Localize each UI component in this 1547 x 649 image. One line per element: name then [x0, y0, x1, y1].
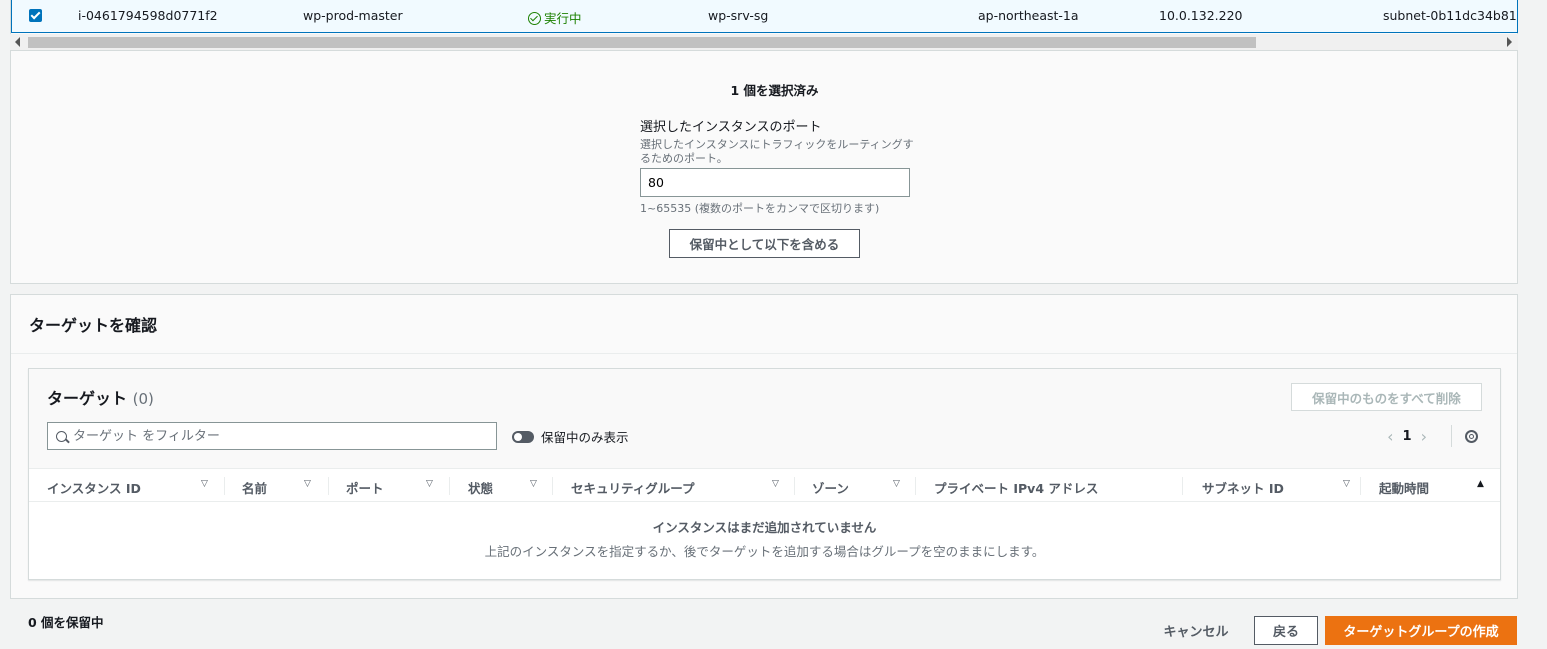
- sort-icon[interactable]: ▽: [772, 479, 779, 489]
- divider: [1182, 477, 1183, 495]
- back-button[interactable]: 戻る: [1254, 616, 1318, 645]
- col-launch-time[interactable]: 起動時間 ▲: [1379, 469, 1489, 502]
- port-form: 選択したインスタンスのポート 選択したインスタンスにトラフィックをルーティングす…: [640, 116, 920, 215]
- col-label: インスタンス ID: [47, 481, 141, 496]
- toggle-label: 保留中のみ表示: [541, 430, 629, 445]
- filter-input[interactable]: [73, 428, 473, 444]
- private-ip-cell: 10.0.132.220: [1159, 8, 1243, 23]
- targets-count: (0): [132, 390, 154, 408]
- col-label: 状態: [468, 481, 494, 496]
- instance-state-cell: 実行中: [528, 8, 582, 27]
- col-label: ポート: [346, 481, 384, 496]
- targets-heading: ターゲット (0): [47, 385, 154, 409]
- sort-ascending-icon[interactable]: ▲: [1477, 479, 1484, 489]
- divider: [11, 353, 1517, 354]
- section-title: ターゲットを確認: [29, 316, 158, 335]
- divider: [1451, 425, 1452, 447]
- sort-icon[interactable]: ▽: [426, 479, 433, 489]
- scrollbar-thumb[interactable]: [28, 37, 1256, 48]
- instance-id-cell: i-0461794598d0771f2: [78, 8, 218, 23]
- col-private-ip[interactable]: プライベート IPv4 アドレス: [934, 469, 1194, 502]
- check-circle-icon: [528, 12, 541, 25]
- selected-count: 1 個を選択済み: [730, 83, 819, 98]
- targets-table-header: ターゲット (0) 保留中のものをすべて削除 保留中のみ表示 ‹ 1 ›: [29, 369, 1500, 469]
- pagination: ‹ 1 ›: [1378, 427, 1436, 446]
- pending-only-toggle[interactable]: [512, 430, 534, 443]
- port-hint: 1~65535 (複数のポートをカンマで区切ります): [640, 202, 880, 215]
- col-instance-id[interactable]: インスタンス ID ▽: [47, 469, 217, 502]
- col-label: サブネット ID: [1202, 481, 1284, 496]
- review-targets-panel: ターゲットを確認 ターゲット (0) 保留中のものをすべて削除 保留中のみ表示 …: [10, 294, 1518, 599]
- pending-count: 0 個を保留中: [28, 615, 104, 630]
- sort-icon[interactable]: ▽: [893, 479, 900, 489]
- divider: [1360, 477, 1361, 495]
- col-zone[interactable]: ゾーン ▽: [812, 469, 912, 502]
- divider: [794, 477, 795, 495]
- zone-cell: ap-northeast-1a: [978, 8, 1079, 23]
- col-label: プライベート IPv4 アドレス: [934, 481, 1099, 496]
- create-target-group-button[interactable]: ターゲットグループの作成: [1325, 616, 1517, 645]
- remove-all-pending-button[interactable]: 保留中のものをすべて削除: [1291, 383, 1482, 411]
- search-icon: [56, 430, 67, 442]
- empty-state-title: インスタンスはまだ追加されていません: [652, 520, 877, 535]
- filter-box[interactable]: [47, 422, 497, 450]
- sort-icon[interactable]: ▽: [1343, 479, 1350, 489]
- port-input[interactable]: [640, 168, 910, 197]
- col-subnet-id[interactable]: サブネット ID ▽: [1202, 469, 1362, 502]
- port-label: 選択したインスタンスのポート: [640, 120, 822, 135]
- divider: [449, 477, 450, 495]
- col-port[interactable]: ポート ▽: [346, 469, 446, 502]
- row-checkbox[interactable]: [29, 9, 42, 22]
- include-as-pending-button[interactable]: 保留中として以下を含める: [669, 229, 860, 258]
- instance-name-cell: wp-prod-master: [303, 8, 403, 23]
- col-label: セキュリティグループ: [571, 481, 695, 496]
- divider: [552, 477, 553, 495]
- subnet-cell: subnet-0b11dc34b81ce: [1383, 8, 1518, 23]
- sort-icon[interactable]: ▽: [304, 479, 311, 489]
- security-group-cell: wp-srv-sg: [708, 8, 769, 23]
- horizontal-scrollbar[interactable]: [10, 34, 1518, 51]
- sort-icon[interactable]: ▽: [201, 479, 208, 489]
- col-state[interactable]: 状態 ▽: [468, 469, 558, 502]
- targets-label: ターゲット: [47, 389, 128, 408]
- targets-table: ターゲット (0) 保留中のものをすべて削除 保留中のみ表示 ‹ 1 › インス…: [28, 368, 1501, 580]
- col-label: 名前: [242, 481, 268, 496]
- chevron-left-icon[interactable]: ‹: [1378, 427, 1402, 446]
- gear-icon[interactable]: [1465, 430, 1478, 443]
- instance-state-label: 実行中: [544, 11, 582, 26]
- page-number[interactable]: 1: [1403, 429, 1412, 444]
- port-description: 選択したインスタンスにトラフィックをルーティングするためのポート。: [640, 138, 914, 165]
- divider: [915, 477, 916, 495]
- scroll-right-icon[interactable]: [1507, 37, 1512, 47]
- table-row[interactable]: i-0461794598d0771f2 wp-prod-master 実行中 w…: [11, 0, 1518, 33]
- divider: [328, 477, 329, 495]
- cancel-button[interactable]: キャンセル: [1155, 616, 1237, 645]
- pending-only-toggle-wrap[interactable]: 保留中のみ表示: [512, 427, 629, 446]
- divider: [224, 477, 225, 495]
- col-security-group[interactable]: セキュリティグループ ▽: [571, 469, 791, 502]
- chevron-right-icon[interactable]: ›: [1412, 427, 1436, 446]
- col-label: 起動時間: [1379, 481, 1430, 496]
- column-headers: インスタンス ID ▽ 名前 ▽ ポート ▽ 状態 ▽ セキュリティグループ ▽ ゾーン ▽…: [29, 468, 1500, 502]
- sort-icon[interactable]: ▽: [530, 479, 537, 489]
- col-label: ゾーン: [812, 481, 849, 496]
- col-name[interactable]: 名前 ▽: [242, 469, 332, 502]
- empty-state-description: 上記のインスタンスを指定するか、後でターゲットを追加する場合はグループを空のまま…: [484, 544, 1045, 559]
- scroll-left-icon[interactable]: [15, 37, 20, 47]
